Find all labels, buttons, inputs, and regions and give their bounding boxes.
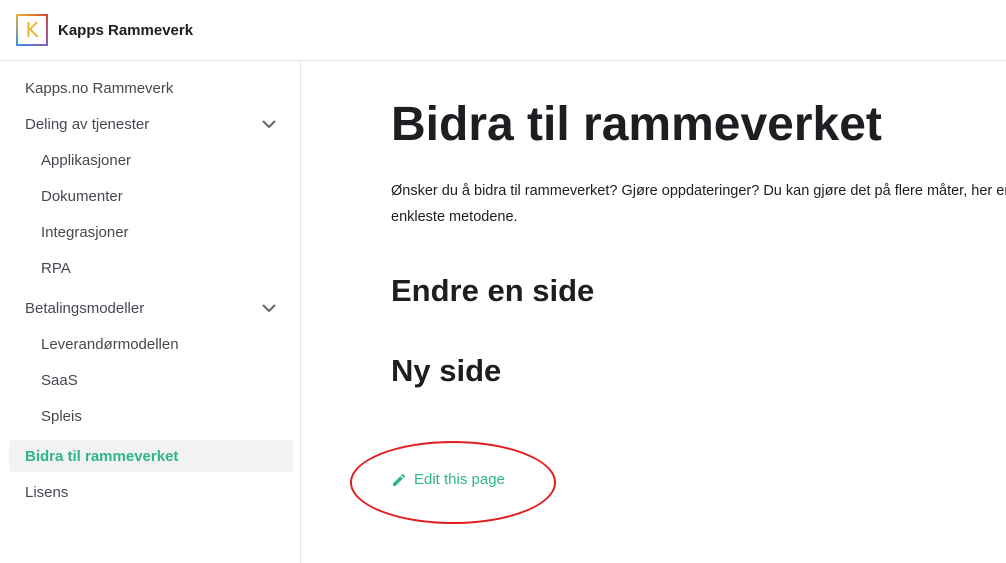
sidebar-item-label: Leverandørmodellen <box>41 335 179 353</box>
chevron-down-icon[interactable] <box>261 116 277 132</box>
pencil-icon <box>393 473 406 486</box>
sidebar-item-dokumenter[interactable]: Dokumenter <box>9 180 293 212</box>
sidebar-item-label: Bidra til rammeverket <box>25 447 179 465</box>
sidebar-item-label: Dokumenter <box>41 187 123 205</box>
sidebar-item-label: SaaS <box>41 371 78 389</box>
edit-page-link[interactable]: Edit this page <box>391 471 505 488</box>
sidebar-item-label: Kapps.no Rammeverk <box>25 79 174 97</box>
logo-letter: K <box>25 18 39 42</box>
intro-paragraph: Ønsker du å bidra til rammeverket? Gjøre… <box>391 183 1006 225</box>
sidebar-item-betalingsmodeller[interactable]: Betalingsmodeller <box>9 292 293 324</box>
sidebar-item-label: Integrasjoner <box>41 223 129 241</box>
sidebar-item-label: Applikasjoner <box>41 151 132 169</box>
sidebar-item-label: Betalingsmodeller <box>25 299 145 317</box>
sidebar-item-label: Deling av tjenester <box>25 115 150 133</box>
sidebar-item-lisens[interactable]: Lisens <box>9 476 293 508</box>
sidebar-item-deling-av-tjenester[interactable]: Deling av tjenester <box>9 108 293 140</box>
sidebar-item-label: Spleis <box>41 407 82 425</box>
sidebar-item-leverandormodellen[interactable]: Leverandørmodellen <box>9 328 293 360</box>
sidebar-item-integrasjoner[interactable]: Integrasjoner <box>9 216 293 248</box>
site-title[interactable]: Kapps Rammeverk <box>58 22 193 39</box>
sidebar-item-applikasjoner[interactable]: Applikasjoner <box>9 144 293 176</box>
edit-page-label: Edit this page <box>414 471 505 488</box>
logo[interactable]: K <box>16 14 48 46</box>
sidebar-item-bidra-til-rammeverket[interactable]: Bidra til rammeverket <box>9 440 293 472</box>
sidebar-item-rpa[interactable]: RPA <box>9 252 293 284</box>
page-title: Bidra til rammeverket <box>391 98 882 151</box>
section-heading-ny-side: Ny side <box>391 353 502 388</box>
sidebar-item-label: RPA <box>41 259 71 277</box>
chevron-down-icon[interactable] <box>261 300 277 316</box>
navbar: K Kapps Rammeverk <box>0 0 1006 61</box>
sidebar: Kapps.no Rammeverk Deling av tjenester A… <box>0 61 301 563</box>
main-content: Bidra til rammeverket Ønsker du å bidra … <box>301 61 1006 563</box>
sidebar-item-spleis[interactable]: Spleis <box>9 400 293 432</box>
sidebar-item-saas[interactable]: SaaS <box>9 364 293 396</box>
sidebar-item-label: Lisens <box>25 483 69 501</box>
sidebar-item-kapps-rammeverk[interactable]: Kapps.no Rammeverk <box>9 72 293 104</box>
section-heading-endre-en-side: Endre en side <box>391 273 595 308</box>
